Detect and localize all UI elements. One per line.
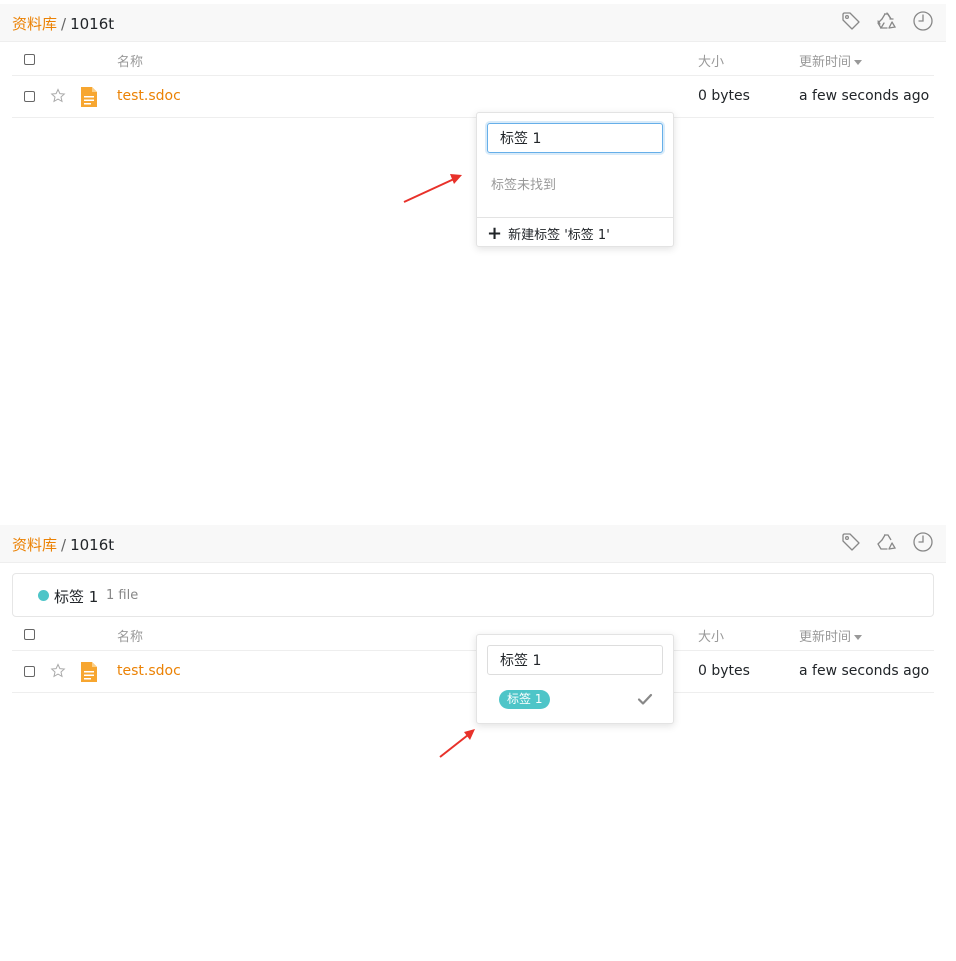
popup-divider: [477, 217, 673, 218]
recycle-icon[interactable]: [876, 10, 898, 32]
header-name[interactable]: 名称: [117, 51, 143, 70]
top-bar: 资料库/1016t: [0, 525, 946, 563]
header-time-label: 更新时间: [799, 630, 852, 645]
file-time: a few seconds ago: [799, 663, 930, 679]
select-all-checkbox[interactable]: [24, 629, 35, 640]
history-icon[interactable]: [912, 531, 934, 553]
file-size: 0 bytes: [698, 88, 750, 104]
table-row[interactable]: test.sdoc 0 bytes a few seconds ago: [12, 651, 934, 693]
top-bar: 资料库/1016t: [0, 4, 946, 42]
file-time: a few seconds ago: [799, 88, 930, 104]
history-icon[interactable]: [912, 10, 934, 32]
breadcrumb-current: 1016t: [70, 15, 115, 33]
breadcrumb-library-link[interactable]: 资料库: [12, 536, 57, 554]
sdoc-file-icon: [81, 662, 97, 682]
tag-icon[interactable]: [840, 10, 862, 32]
header-time[interactable]: 更新时间: [799, 626, 863, 645]
row-checkbox[interactable]: [24, 666, 35, 677]
star-icon[interactable]: [50, 663, 66, 679]
row-checkbox[interactable]: [24, 91, 35, 102]
file-name-link[interactable]: test.sdoc: [117, 663, 181, 679]
header-name[interactable]: 名称: [117, 626, 143, 645]
breadcrumb: 资料库/1016t: [12, 534, 114, 555]
header-time-label: 更新时间: [799, 55, 852, 70]
plus-icon: +: [487, 222, 503, 244]
table-header: 名称 大小 更新时间: [12, 42, 934, 76]
tag-not-found-text: 标签未找到: [491, 178, 557, 193]
tag-popup: 标签未找到 + 新建标签 '标签 1': [476, 112, 674, 247]
header-time[interactable]: 更新时间: [799, 51, 863, 70]
toolbar-icons: [840, 10, 934, 32]
file-name-link[interactable]: test.sdoc: [117, 88, 181, 104]
recycle-icon[interactable]: [876, 531, 898, 553]
sort-caret-icon: [854, 635, 863, 640]
breadcrumb-current: 1016t: [70, 536, 115, 554]
tag-icon[interactable]: [840, 531, 862, 553]
breadcrumb-separator: /: [61, 15, 67, 33]
tag-search-input[interactable]: [487, 123, 663, 153]
check-icon: [637, 693, 653, 705]
sort-caret-icon: [854, 60, 863, 65]
annotation-arrow-icon: [403, 174, 462, 203]
sdoc-file-icon: [81, 87, 97, 107]
panel-after: 资料库/1016t 标签 1 1 file 名称 大小 更新时间 test.sd…: [0, 525, 956, 961]
table-row[interactable]: test.sdoc 0 bytes a few seconds ago: [12, 76, 934, 118]
create-tag-label: 新建标签 '标签 1': [508, 228, 610, 243]
panel-before: 资料库/1016t 名称 大小 更新时间 test.sdoc 0 bytes a…: [0, 0, 956, 520]
tag-filter-bar: 标签 1 1 file: [12, 573, 934, 617]
tag-option-pill[interactable]: 标签 1: [499, 690, 551, 709]
select-all-checkbox[interactable]: [24, 54, 35, 65]
header-size[interactable]: 大小: [698, 51, 724, 70]
tag-filter-name[interactable]: 标签 1: [54, 586, 98, 607]
breadcrumb: 资料库/1016t: [12, 13, 114, 34]
breadcrumb-library-link[interactable]: 资料库: [12, 15, 57, 33]
create-tag-button[interactable]: + 新建标签 '标签 1': [487, 224, 610, 243]
annotation-arrow-icon: [439, 729, 475, 758]
tag-popup: 标签 1: [476, 634, 674, 724]
breadcrumb-separator: /: [61, 536, 67, 554]
tag-file-count: 1 file: [106, 588, 139, 603]
table-header: 名称 大小 更新时间: [12, 617, 934, 651]
header-size[interactable]: 大小: [698, 626, 724, 645]
toolbar-icons: [840, 531, 934, 553]
tag-search-input[interactable]: [487, 645, 663, 675]
star-icon[interactable]: [50, 88, 66, 104]
tag-color-dot: [38, 590, 49, 601]
file-size: 0 bytes: [698, 663, 750, 679]
